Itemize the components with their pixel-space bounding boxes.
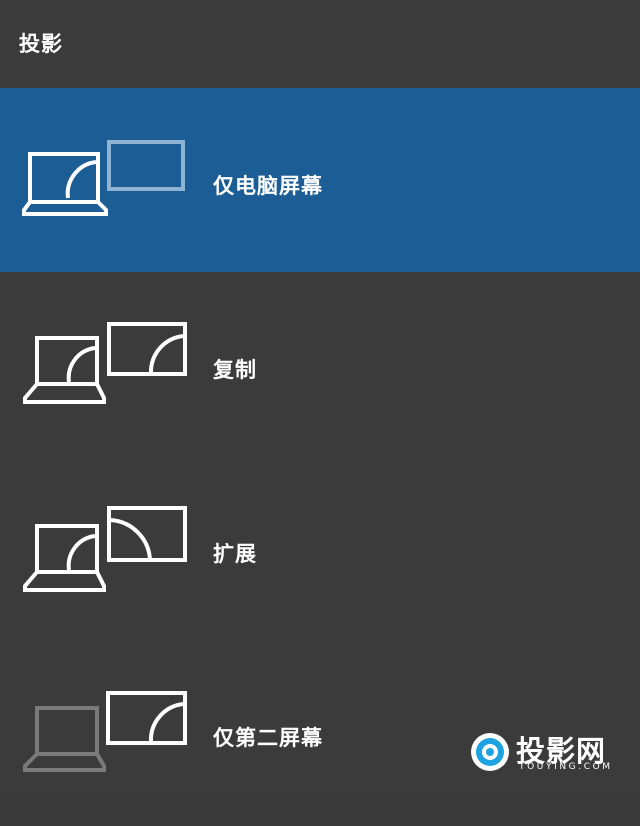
watermark-subtext: TOUYING.COM (519, 762, 613, 772)
option-pc-screen-only[interactable]: 仅电脑屏幕 (0, 88, 640, 272)
watermark-logo: 投影网 TOUYING.COM (468, 728, 628, 778)
duplicate-icon (23, 322, 187, 404)
option-extend[interactable]: 扩展 (0, 458, 640, 642)
second-screen-only-icon (23, 691, 187, 772)
option-duplicate[interactable]: 复制 (0, 274, 640, 458)
lens-icon (471, 733, 509, 771)
panel-title: 投影 (19, 32, 63, 56)
project-panel: 投影 仅电脑屏幕 复制 扩展 仅第二屏幕 (0, 0, 640, 794)
option-label: 仅电脑屏幕 (213, 174, 323, 198)
option-label: 复制 (213, 358, 257, 382)
option-label: 仅第二屏幕 (213, 726, 323, 750)
extend-icon (23, 506, 187, 592)
pc-screen-only-icon (22, 140, 185, 216)
option-label: 扩展 (213, 542, 257, 566)
